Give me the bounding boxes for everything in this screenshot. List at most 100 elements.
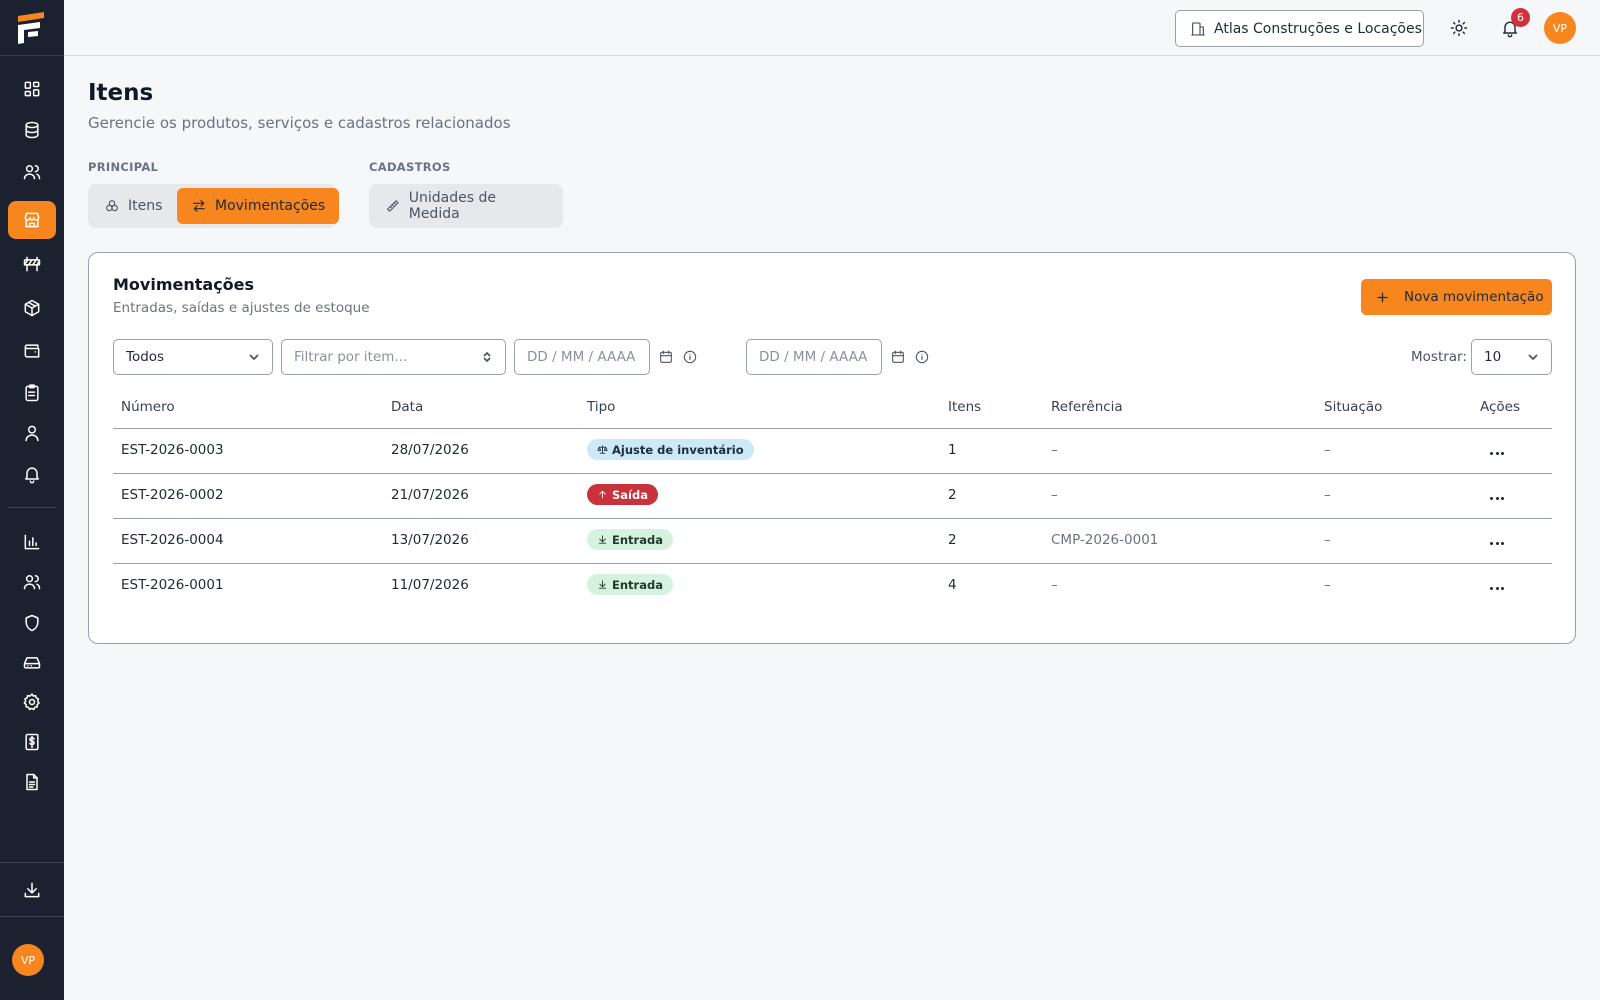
tab-unidades-label: Unidades de Medida (408, 190, 496, 222)
user-icon[interactable] (8, 414, 56, 452)
company-selector-button[interactable]: Atlas Construções e Locações (1175, 10, 1424, 47)
nav-divider-bottom (0, 862, 64, 863)
drive-icon[interactable] (8, 643, 56, 681)
nav-divider-avatar (0, 916, 64, 917)
tipo-badge-label: Ajuste de inventário (612, 442, 744, 457)
info-icon[interactable] (914, 349, 930, 365)
clipboard-icon[interactable] (8, 374, 56, 412)
sidebar: VP (0, 0, 64, 1000)
row-data: 11/07/2026 (391, 577, 469, 593)
row-itens: 2 (948, 532, 957, 548)
calendar-icon[interactable] (890, 349, 906, 365)
tab-movimentacoes[interactable]: Movimentações (177, 188, 340, 224)
page-size-select[interactable]: 10 (1471, 339, 1552, 375)
wallet-icon[interactable] (8, 332, 56, 370)
shield-icon[interactable] (8, 604, 56, 642)
date-to-input[interactable]: DD / MM / AAAA (746, 339, 882, 375)
item-filter-input[interactable] (294, 349, 463, 365)
row-itens: 1 (948, 442, 957, 458)
card-subtitle: Entradas, saídas e ajustes de estoque (113, 300, 370, 316)
page-size-label: Mostrar: (1411, 349, 1467, 365)
tipo-badge-label: Entrada (612, 532, 663, 547)
building-icon (1191, 21, 1205, 36)
date-from-input[interactable]: DD / MM / AAAA (514, 339, 650, 375)
document-icon[interactable] (8, 763, 56, 801)
column-header-situacao[interactable]: Situação (1324, 399, 1382, 415)
tipo-badge-ajuste: Ajuste de inventário (587, 439, 754, 460)
tipo-badge-entrada: Entrada (587, 529, 673, 550)
chevron-down-icon (1527, 351, 1539, 363)
date-to-placeholder: DD / MM / AAAA (759, 349, 868, 365)
row-actions-menu-icon[interactable] (1486, 446, 1508, 460)
tab-movimentacoes-label: Movimentações (215, 198, 326, 214)
row-actions-menu-icon[interactable] (1486, 491, 1508, 505)
team-icon[interactable] (8, 563, 56, 601)
plus-icon (1377, 292, 1388, 302)
row-divider (113, 473, 1552, 474)
chevron-updown-icon (481, 351, 493, 363)
tab-itens-label: Itens (128, 198, 163, 214)
boxes-icon (106, 200, 118, 212)
tipo-badge-saida: Saída (587, 484, 658, 505)
package-icon[interactable] (8, 289, 56, 327)
row-referencia[interactable]: CMP-2026-0001 (1051, 532, 1158, 548)
nav-divider (8, 507, 56, 508)
row-numero[interactable]: EST-2026-0001 (121, 577, 224, 593)
logo-divider (0, 55, 64, 56)
movimentacoes-card: Movimentações Entradas, saídas e ajustes… (88, 252, 1576, 644)
row-data: 28/07/2026 (391, 442, 469, 458)
download-icon[interactable] (8, 871, 56, 909)
users-icon[interactable] (8, 153, 56, 191)
dashboard-icon[interactable] (8, 70, 56, 108)
page-subtitle: Gerencie os produtos, serviços e cadastr… (88, 114, 511, 132)
row-numero[interactable]: EST-2026-0003 (121, 442, 224, 458)
column-header-acoes: Ações (1480, 399, 1521, 415)
arrow-down-icon (598, 535, 607, 544)
sidebar-avatar[interactable]: VP (12, 944, 44, 976)
type-select[interactable]: Todos (113, 339, 273, 375)
barrier-icon[interactable] (8, 245, 56, 283)
store-icon[interactable] (8, 201, 56, 239)
row-referencia: – (1051, 442, 1058, 458)
gear-icon[interactable] (8, 683, 56, 721)
theme-toggle-button[interactable] (1449, 18, 1469, 38)
row-situacao: – (1324, 442, 1331, 458)
arrow-up-icon (599, 490, 606, 499)
tipo-badge-label: Saída (612, 487, 648, 502)
tab-group-principal: Itens Movimentações (88, 184, 340, 228)
date-from-placeholder: DD / MM / AAAA (527, 349, 636, 365)
info-icon[interactable] (682, 349, 698, 365)
ruler-icon (387, 200, 399, 212)
row-numero[interactable]: EST-2026-0002 (121, 487, 224, 503)
database-icon[interactable] (8, 111, 56, 149)
tab-unidades-de-medida[interactable]: Unidades de Medida (371, 188, 563, 224)
item-filter-combobox[interactable] (281, 339, 506, 375)
tab-itens[interactable]: Itens (90, 188, 176, 224)
column-header-itens[interactable]: Itens (948, 399, 981, 415)
type-select-value: Todos (126, 349, 165, 365)
row-numero[interactable]: EST-2026-0004 (121, 532, 224, 548)
tipo-badge-entrada: Entrada (587, 574, 673, 595)
company-logo[interactable] (14, 10, 50, 46)
tipo-badge-label: Entrada (612, 577, 663, 592)
chart-icon[interactable] (8, 523, 56, 561)
row-situacao: – (1324, 577, 1331, 593)
new-movimentacao-button[interactable]: Nova movimentação (1361, 279, 1552, 315)
column-header-tipo[interactable]: Tipo (587, 399, 615, 415)
column-header-numero[interactable]: Número (121, 399, 175, 415)
sun-icon (1450, 19, 1468, 37)
bell-icon[interactable] (8, 455, 56, 493)
dollar-receipt-icon[interactable] (8, 723, 56, 761)
card-title: Movimentações (113, 275, 255, 294)
page-title: Itens (88, 80, 154, 106)
user-avatar[interactable]: VP (1544, 12, 1576, 44)
row-situacao: – (1324, 487, 1331, 503)
row-actions-menu-icon[interactable] (1486, 581, 1508, 595)
column-header-referencia[interactable]: Referência (1051, 399, 1123, 415)
column-header-data[interactable]: Data (391, 399, 423, 415)
row-actions-menu-icon[interactable] (1486, 536, 1508, 550)
scale-icon (597, 445, 608, 454)
new-movimentacao-label: Nova movimentação (1404, 289, 1544, 305)
row-itens: 4 (948, 577, 957, 593)
calendar-icon[interactable] (658, 349, 674, 365)
